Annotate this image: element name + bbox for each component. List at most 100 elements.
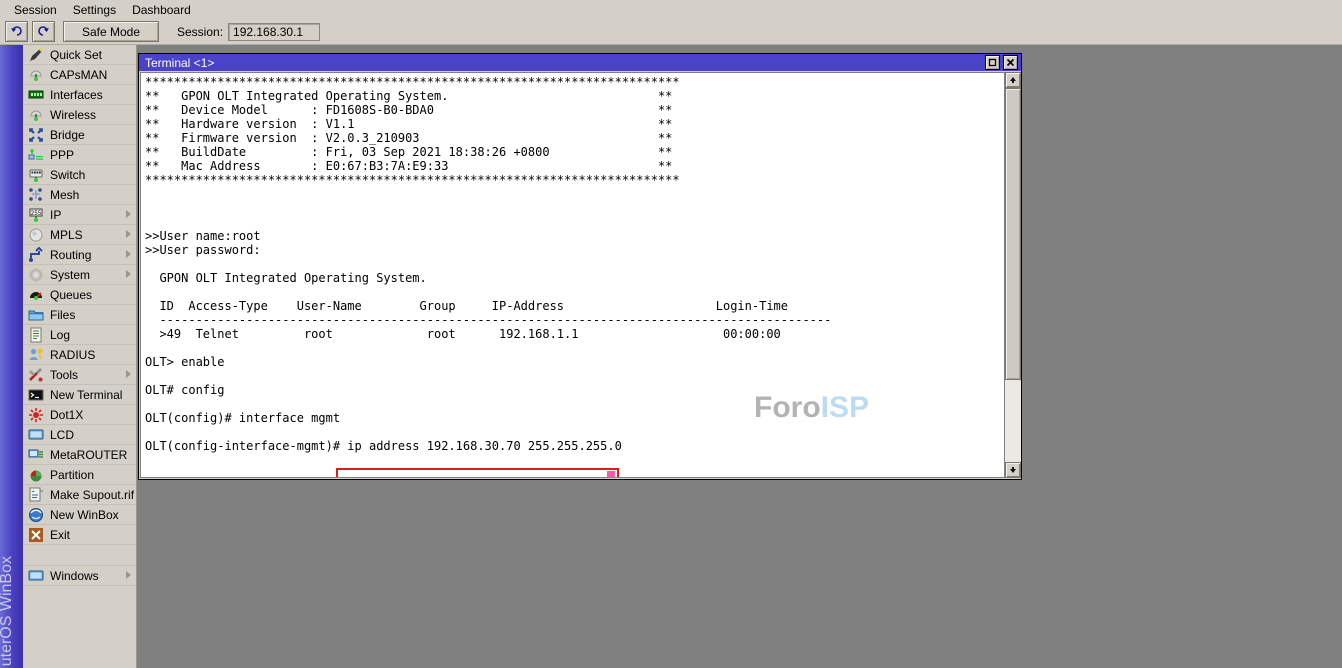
terminal-line: OLT(config-interface-mgmt)# ip address 1… [145, 439, 831, 453]
undo-arrow-icon [10, 25, 23, 38]
safe-mode-button[interactable]: Safe Mode [63, 21, 159, 42]
pencil-icon [28, 47, 44, 63]
sidebar-item-label: RADIUS [50, 348, 95, 362]
undo-button[interactable] [5, 21, 28, 42]
menu-settings[interactable]: Settings [65, 1, 124, 19]
sidebar-item-label: IP [50, 208, 61, 222]
sidebar-item-capsman[interactable]: CAPsMAN [23, 65, 136, 85]
chevron-right-icon [126, 270, 131, 278]
sidebar-item-log[interactable]: Log [23, 325, 136, 345]
menu-dashboard[interactable]: Dashboard [124, 1, 199, 19]
sidebar-item-dot1x[interactable]: Dot1X [23, 405, 136, 425]
terminal-title-text: Terminal <1> [145, 56, 985, 70]
sidebar-menu: Quick Set CAPsMANInterfacesWireless Bridge… [23, 45, 137, 668]
maximize-icon [988, 56, 997, 70]
ip-255-icon: 255 [28, 207, 44, 223]
redo-arrow-icon [37, 25, 50, 38]
terminal-line: ** BuildDate : Fri, 03 Sep 2021 18:38:26… [145, 145, 831, 159]
routing-icon [28, 247, 44, 263]
sidebar-item-switch[interactable]: Switch [23, 165, 136, 185]
terminal-line [145, 187, 831, 201]
dot1x-icon [28, 407, 44, 423]
sidebar-item-label: Bridge [50, 128, 85, 142]
sidebar-item-radius[interactable]: RADIUS [23, 345, 136, 365]
sidebar-item-label: New WinBox [50, 508, 119, 522]
terminal-line: >49 Telnet root root 192.168.1.1 00:00:0… [145, 327, 831, 341]
scroll-down-button[interactable] [1005, 462, 1021, 478]
close-button[interactable] [1003, 55, 1018, 70]
scrollbar-thumb[interactable] [1005, 88, 1021, 380]
maximize-button[interactable] [985, 55, 1000, 70]
terminal-cursor [607, 471, 615, 478]
winbox-icon [28, 507, 44, 523]
terminal-line [145, 201, 831, 215]
sidebar-item-tools[interactable]: Tools [23, 365, 136, 385]
terminal-window: Terminal <1> ***************************… [138, 53, 1022, 480]
log-page-icon [28, 327, 44, 343]
terminal-line [145, 397, 831, 411]
sidebar-item-interfaces[interactable]: Interfaces [23, 85, 136, 105]
terminal-title-bar[interactable]: Terminal <1> [139, 54, 1021, 71]
terminal-line [145, 341, 831, 355]
chevron-up-icon [1009, 73, 1017, 87]
terminal-line: >>User password: [145, 243, 831, 257]
sidebar-item-ppp[interactable]: PPP [23, 145, 136, 165]
sidebar-item-queues[interactable]: Queues [23, 285, 136, 305]
terminal-output-area[interactable]: ****************************************… [140, 72, 1020, 478]
sidebar-item-label: Tools [50, 368, 78, 382]
sidebar-item-label: Exit [50, 528, 70, 542]
command-highlight-box [336, 468, 619, 478]
sidebar-item-label: MetaROUTER [50, 448, 127, 462]
partition-icon [28, 467, 44, 483]
terminal-line: ----------------------------------------… [145, 313, 831, 327]
terminal-line: ID Access-Type User-Name Group IP-Addres… [145, 299, 831, 313]
session-address-field[interactable]: 192.168.30.1 [228, 23, 320, 41]
sidebar-item-ip[interactable]: 255 IP [23, 205, 136, 225]
sidebar-item-metarouter[interactable]: MetaROUTER [23, 445, 136, 465]
sidebar-item-new-winbox[interactable]: New WinBox [23, 505, 136, 525]
sidebar-item-label: Log [50, 328, 70, 342]
queues-icon [28, 287, 44, 303]
sidebar-item-partition[interactable]: Partition [23, 465, 136, 485]
scroll-up-button[interactable] [1005, 72, 1021, 88]
sidebar-item-label: Make Supout.rif [50, 488, 134, 502]
sidebar-item-make-supout-rif[interactable]: Make Supout.rif [23, 485, 136, 505]
sidebar-item-mesh[interactable]: Mesh [23, 185, 136, 205]
sidebar-item-system[interactable]: System [23, 265, 136, 285]
terminal-line [145, 425, 831, 439]
sidebar-item-lcd[interactable]: LCD [23, 425, 136, 445]
sidebar-item-label: MPLS [50, 228, 83, 242]
chevron-right-icon [126, 370, 131, 378]
mesh-icon [28, 187, 44, 203]
sidebar-item-label: Quick Set [50, 48, 102, 62]
sidebar-item-bridge[interactable]: Bridge [23, 125, 136, 145]
sidebar-item-exit[interactable]: Exit [23, 525, 136, 545]
sidebar-item-wireless[interactable]: Wireless [23, 105, 136, 125]
antenna-icon [28, 67, 44, 83]
sidebar-item-mpls[interactable]: MPLS [23, 225, 136, 245]
sidebar-item-quick-set[interactable]: Quick Set [23, 45, 136, 65]
terminal-icon [28, 387, 44, 403]
exit-icon [28, 527, 44, 543]
menu-session[interactable]: Session [6, 1, 65, 19]
supout-icon [28, 487, 44, 503]
terminal-text: ****************************************… [145, 75, 831, 453]
sidebar-item-label: LCD [50, 428, 74, 442]
user-key-icon [28, 347, 44, 363]
scrollbar-track[interactable] [1005, 88, 1021, 462]
sidebar-item-label: Queues [50, 288, 92, 302]
monitor-icon [28, 568, 44, 584]
redo-button[interactable] [32, 21, 55, 42]
terminal-line: ** Mac Address : E0:67:B3:7A:E9:33 ** [145, 159, 831, 173]
terminal-line: ****************************************… [145, 173, 831, 187]
terminal-line: OLT> enable [145, 355, 831, 369]
sidebar-item-label: Partition [50, 468, 94, 482]
sidebar-item-new-terminal[interactable]: New Terminal [23, 385, 136, 405]
sidebar-item-routing[interactable]: Routing [23, 245, 136, 265]
close-icon [1006, 56, 1015, 70]
switch-icon [28, 167, 44, 183]
terminal-scrollbar[interactable] [1004, 72, 1020, 478]
sidebar-item-windows[interactable]: Windows [23, 566, 136, 586]
sidebar-item-files[interactable]: Files [23, 305, 136, 325]
sidebar-item-label: System [50, 268, 90, 282]
